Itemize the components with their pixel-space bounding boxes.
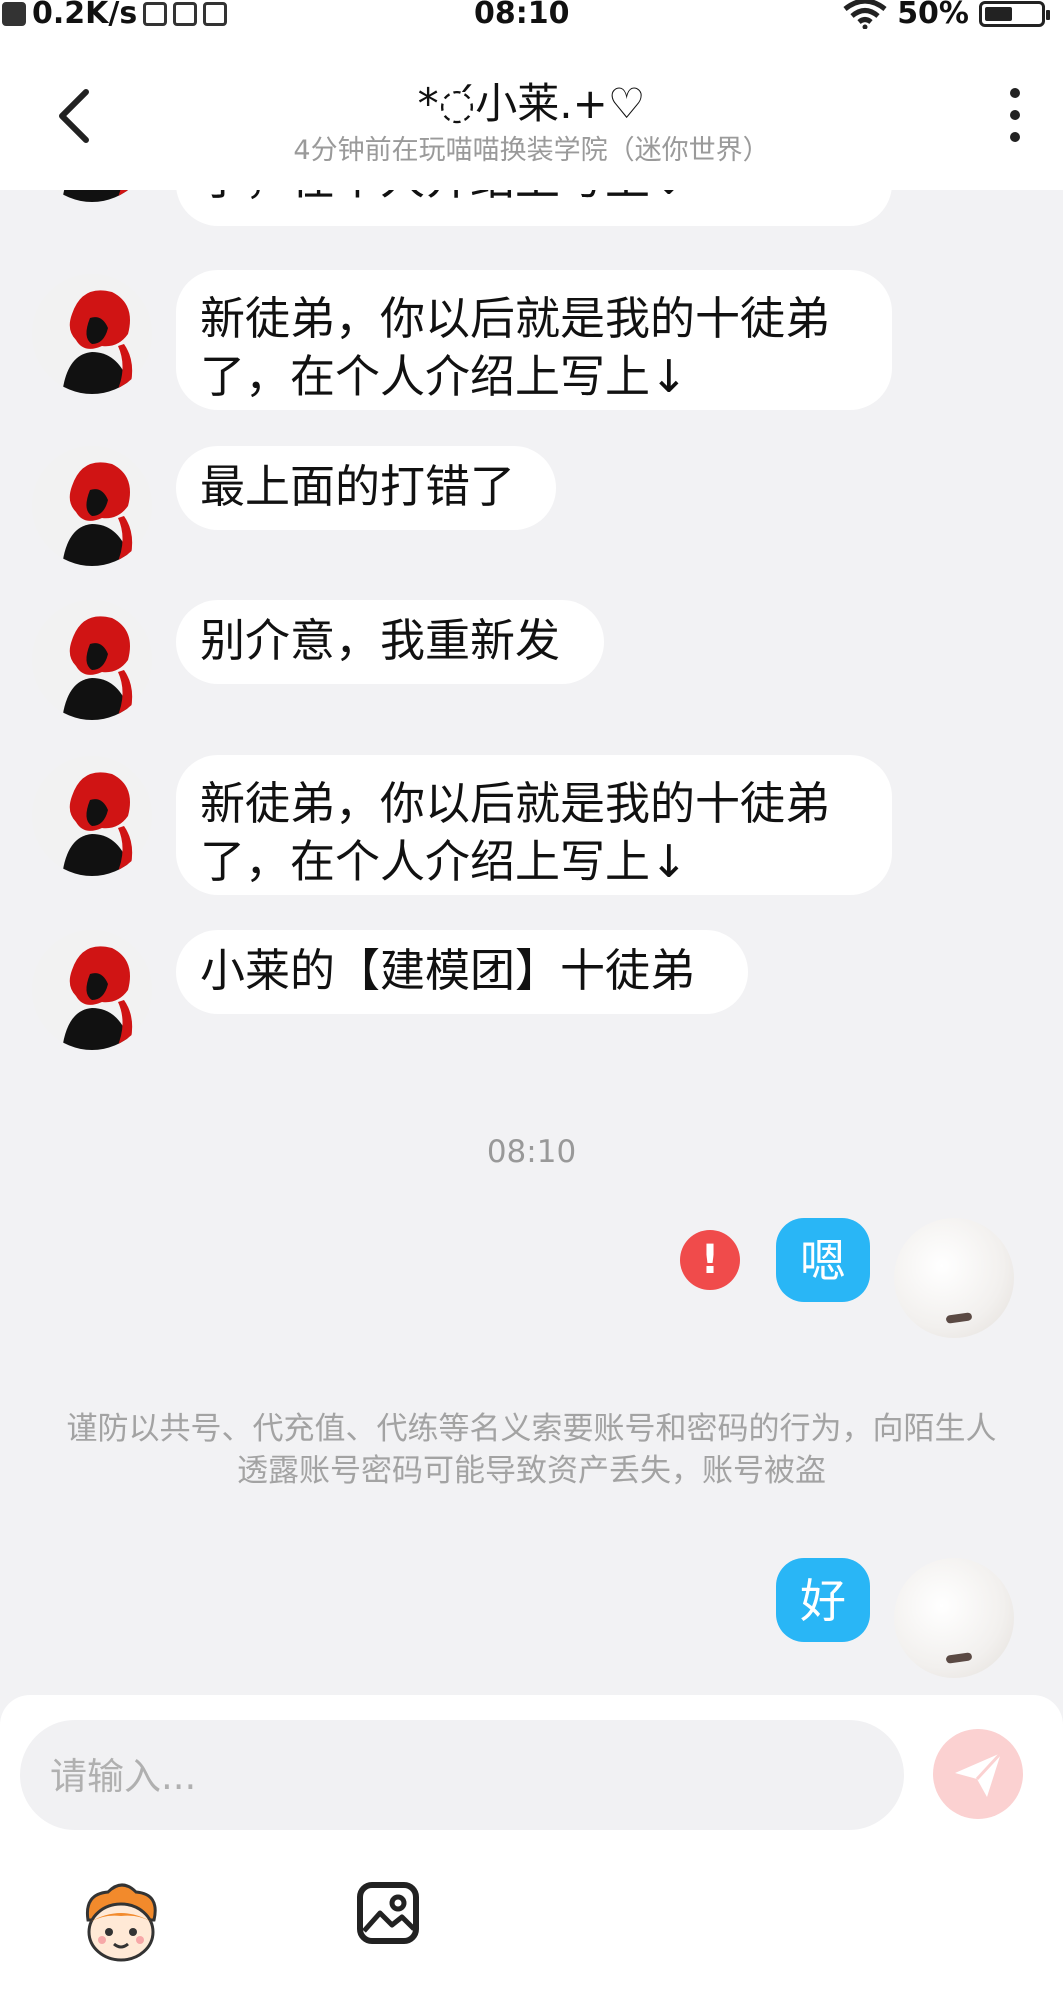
- battery-icon: [979, 0, 1050, 27]
- image-icon: [357, 1882, 419, 1944]
- mascot-icon: [85, 1883, 157, 1962]
- status-right: 50%: [843, 0, 1050, 31]
- contact-avatar[interactable]: [32, 600, 152, 720]
- chat-title: *◌́小莱.+♡: [417, 79, 646, 128]
- message-input-container[interactable]: [20, 1720, 908, 1832]
- contact-avatar-image: [32, 600, 152, 720]
- message-bubble[interactable]: 最上面的打错了: [176, 446, 556, 530]
- message-bubble[interactable]: 了，在个人介绍上写上↓: [176, 190, 892, 226]
- hand-icon: [203, 1, 228, 26]
- message-bubble[interactable]: 新徒弟，你以后就是我的十徒弟 了，在个人介绍上写上↓: [176, 270, 892, 410]
- contact-avatar-image: [32, 274, 152, 394]
- notification-icon: [2, 1, 26, 26]
- contact-avatar-image: [32, 930, 152, 1050]
- more-vertical-icon: [1003, 88, 1027, 142]
- send-icon: [955, 1751, 1003, 1797]
- wifi-icon: [843, 0, 887, 29]
- mascot-button[interactable]: [78, 1880, 164, 1966]
- contact-avatar[interactable]: [32, 756, 152, 876]
- my-avatar[interactable]: [894, 1218, 1014, 1338]
- contact-avatar-image: [32, 446, 152, 566]
- contact-avatar-image: [32, 190, 152, 202]
- security-notice: 谨防以共号、代充值、代练等名义索要账号和密码的行为，向陌生人透露账号密码可能导致…: [66, 1411, 997, 1489]
- screenshot-icon: [143, 1, 168, 26]
- more-button[interactable]: [1003, 88, 1027, 148]
- phone-icon: [173, 1, 198, 26]
- battery-fill: [985, 6, 1012, 21]
- message-bubble[interactable]: 别介意，我重新发: [176, 600, 604, 684]
- chat-subtitle: 4分钟前在玩喵喵换装学院（迷你世界）: [293, 135, 770, 166]
- network-speed: 0.2K/s: [32, 0, 138, 31]
- my-avatar[interactable]: [894, 1558, 1014, 1678]
- status-left: 0.2K/s: [2, 0, 228, 31]
- status-time: 08:10: [474, 0, 570, 31]
- my-message-bubble[interactable]: 好: [776, 1558, 870, 1642]
- message-timestamp: 08:10: [486, 1134, 577, 1170]
- send-button[interactable]: [933, 1729, 1023, 1819]
- contact-avatar[interactable]: [32, 274, 152, 394]
- my-message-bubble[interactable]: 嗯: [776, 1218, 870, 1302]
- contact-avatar[interactable]: [32, 930, 152, 1050]
- send-failed-icon[interactable]: !: [680, 1230, 740, 1290]
- message-list[interactable]: 了，在个人介绍上写上↓ 新徒弟，你以后就是我的十徒弟 了，在个人介绍上写上↓ 最…: [0, 190, 1063, 1695]
- message-bubble[interactable]: 新徒弟，你以后就是我的十徒弟 了，在个人介绍上写上↓: [176, 755, 892, 895]
- contact-avatar-image: [32, 756, 152, 876]
- status-bar: 0.2K/s 08:10 50%: [0, 0, 1063, 34]
- battery-percent: 50%: [897, 0, 969, 31]
- input-panel: [0, 1695, 1063, 2007]
- message-bubble[interactable]: 小莱的【建模团】十徒弟: [176, 930, 748, 1014]
- message-input[interactable]: [48, 1720, 908, 1832]
- contact-avatar[interactable]: [32, 190, 152, 202]
- image-button[interactable]: [356, 1881, 420, 1945]
- contact-avatar[interactable]: [32, 446, 152, 566]
- chat-header: *◌́小莱.+♡ 4分钟前在玩喵喵换装学院（迷你世界）: [0, 34, 1063, 190]
